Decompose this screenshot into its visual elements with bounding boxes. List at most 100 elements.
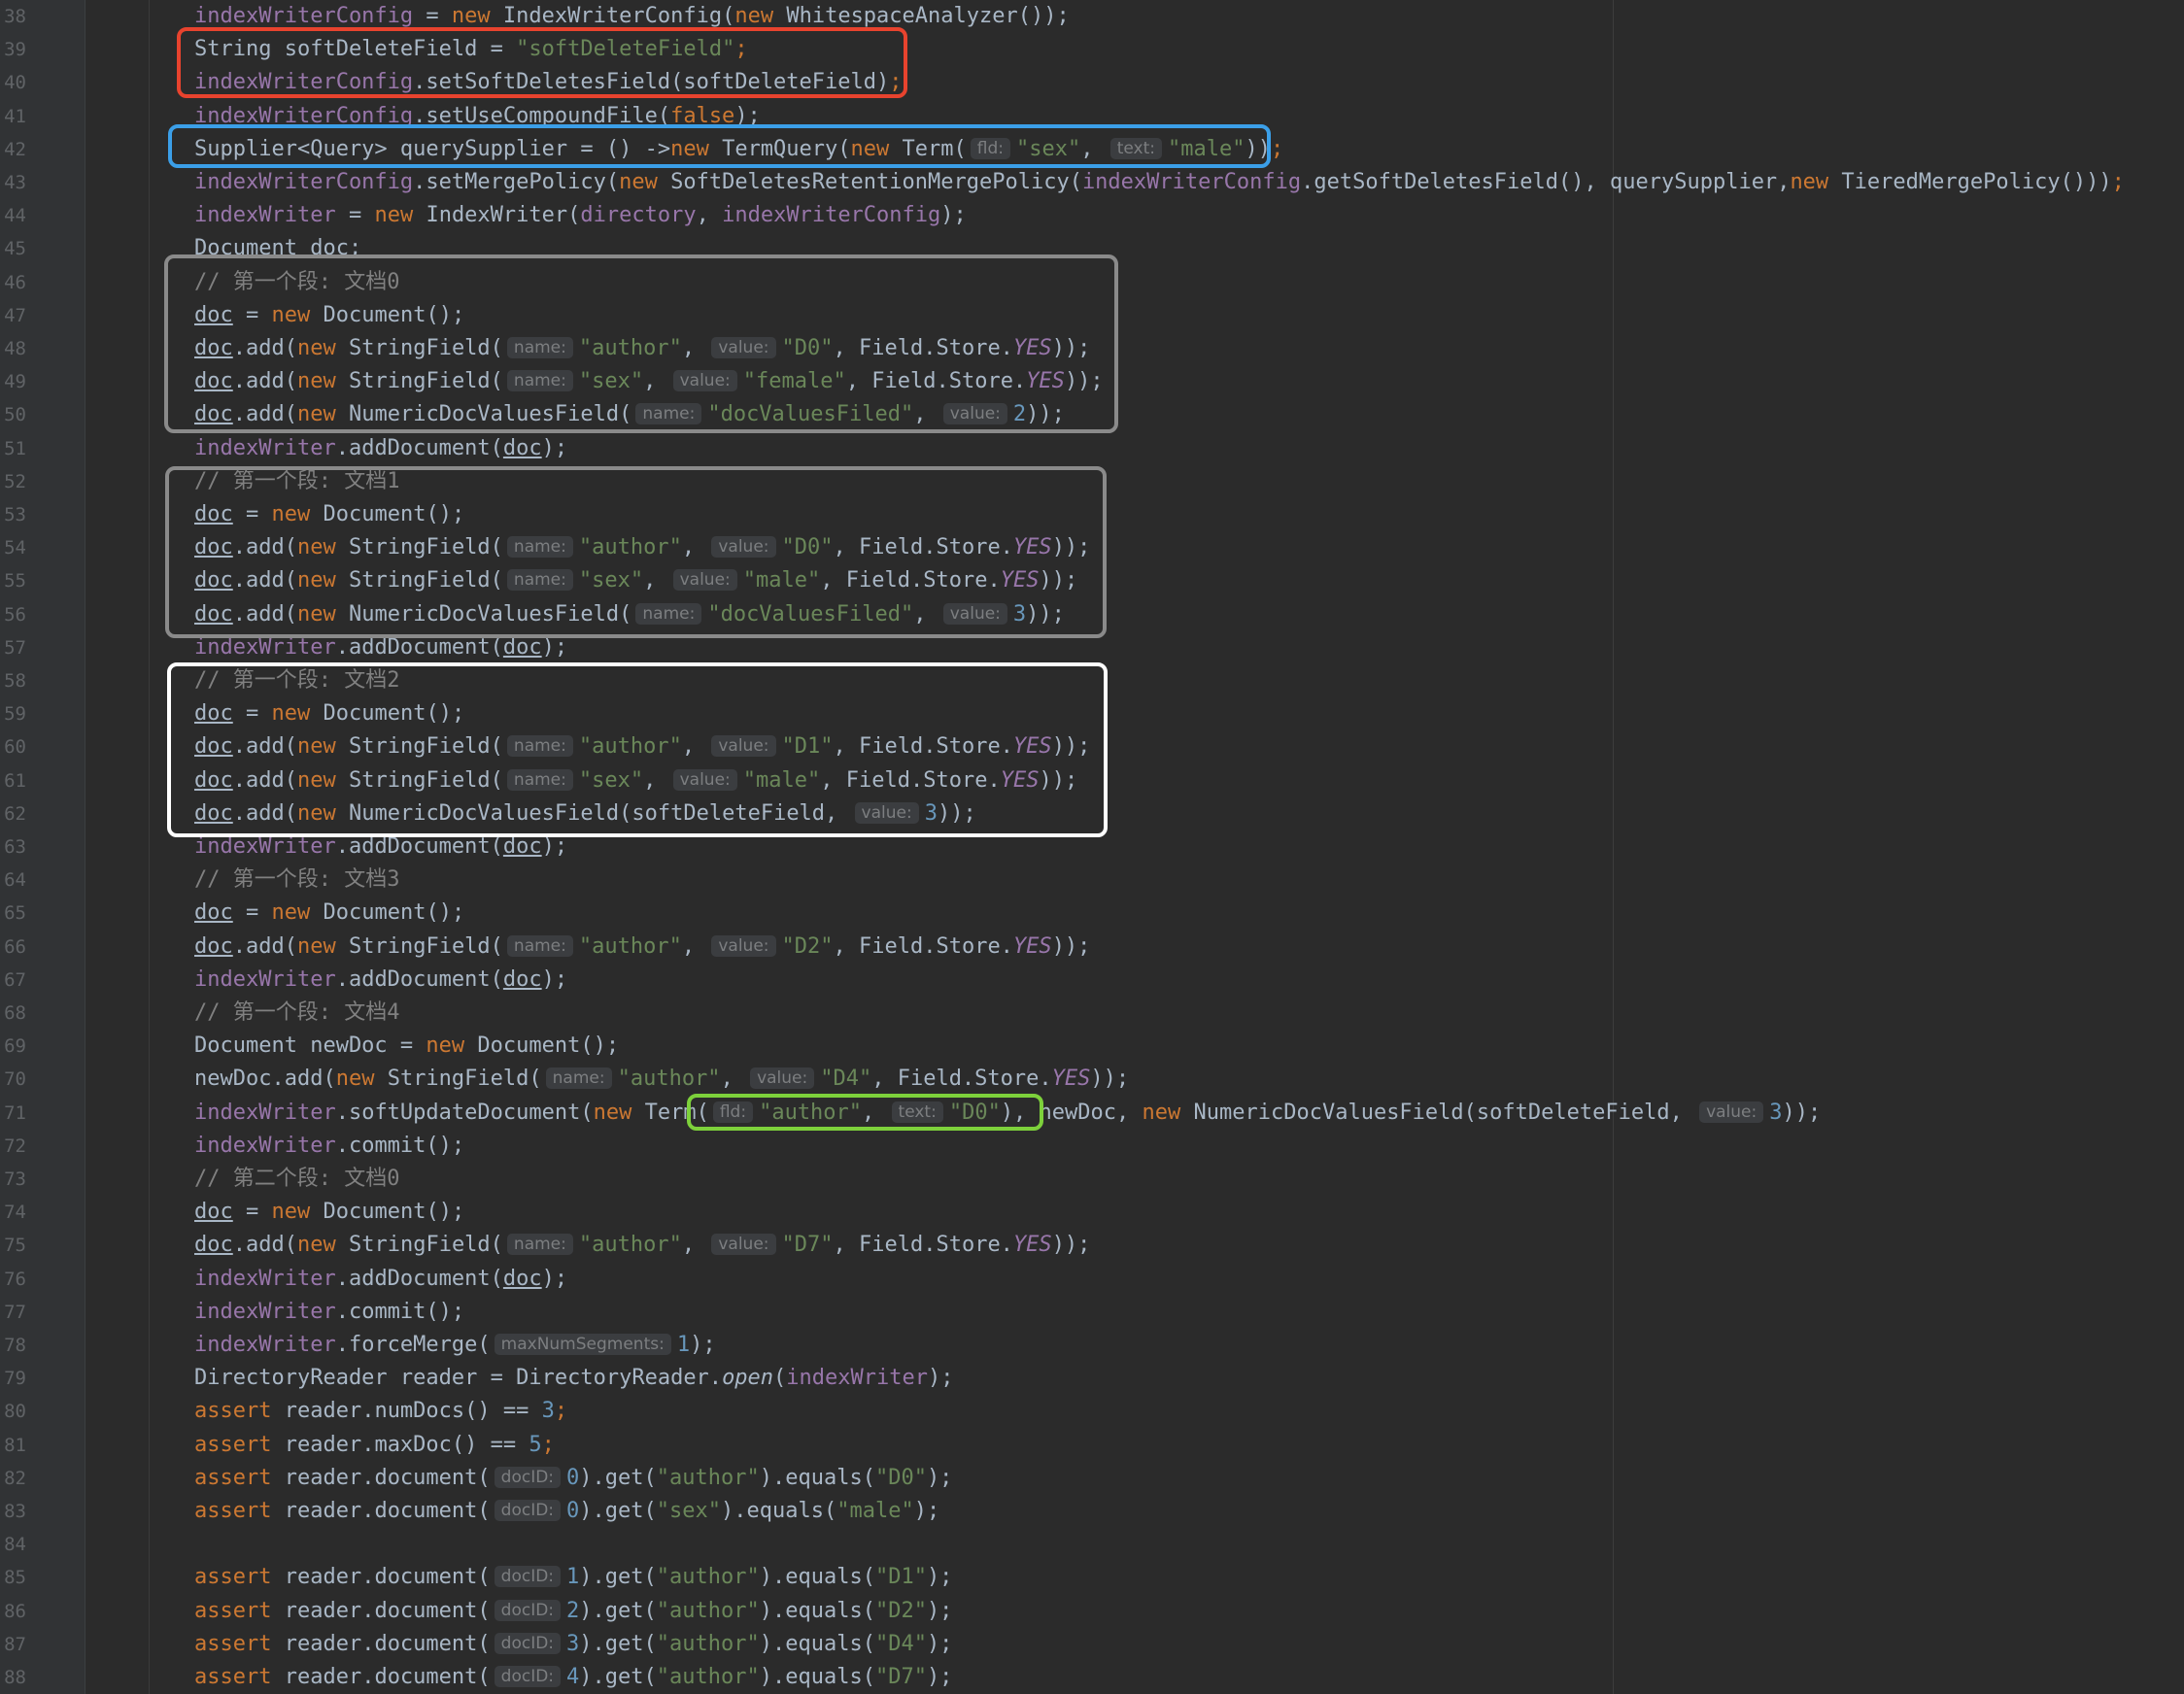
code-line[interactable]: 78 indexWriter.forceMerge(maxNumSegments:… [0, 1329, 2184, 1362]
code-token: ; [541, 1432, 555, 1457]
code-token: YES [1012, 1233, 1052, 1258]
code-token: "D4" [820, 1067, 872, 1092]
code-token: 3 [541, 1399, 555, 1424]
code-token: ); [690, 1333, 716, 1357]
line-number: 64 [4, 869, 26, 892]
code-token: new [451, 4, 491, 28]
code-token: // 第二个段: 文档0 [194, 1167, 400, 1191]
code-line[interactable]: 77 indexWriter.commit(); [0, 1296, 2184, 1329]
code-line[interactable]: 81 assert reader.maxDoc() == 5; [0, 1429, 2184, 1462]
line-number: 78 [4, 1335, 26, 1356]
code-token: .addDocument( [335, 634, 503, 660]
code-token: doc [502, 966, 542, 992]
code-token: "D2" [781, 933, 834, 959]
parameter-hint: docID: [494, 1632, 562, 1654]
parameter-hint: docID: [494, 1566, 562, 1588]
code-line[interactable]: 69 Document newDoc = new Document(); [0, 1030, 2184, 1063]
line-number: 86 [4, 1600, 26, 1622]
line-number: 67 [4, 968, 26, 991]
code-token: new [374, 203, 414, 228]
line-number: 66 [4, 935, 26, 958]
parameter-hint: docID: [494, 1466, 562, 1488]
line-number: 74 [4, 1202, 26, 1224]
code-line[interactable]: 68 // 第一个段: 文档4 [0, 997, 2184, 1030]
code-token: = [232, 900, 272, 926]
code-line[interactable]: 51 indexWriter.addDocument(doc); [0, 432, 2184, 465]
code-token: 3 [1769, 1100, 1783, 1125]
code-line[interactable]: 88 assert reader.document(docID: 4).get("a… [0, 1661, 2184, 1694]
code-text: indexWriter.addDocument(doc); [194, 432, 567, 465]
code-line[interactable]: 85 assert reader.document(docID: 1).get("a… [0, 1561, 2184, 1594]
code-text: indexWriter.commit(); [194, 1296, 464, 1329]
code-line[interactable]: 73 // 第二个段: 文档0 [0, 1163, 2184, 1196]
line-number: 60 [4, 736, 26, 759]
code-token: // 第一个段: 文档3 [194, 867, 400, 893]
code-token: indexWriterConfig [194, 4, 414, 28]
line-number: 62 [4, 802, 26, 825]
code-line[interactable]: 71 indexWriter.softUpdateDocument(new Ter… [0, 1097, 2184, 1130]
code-line[interactable]: 79 DirectoryReader reader = DirectoryRead… [0, 1362, 2184, 1395]
code-token: ); [541, 966, 568, 992]
line-number: 88 [4, 1667, 26, 1688]
code-token: ); [926, 1598, 953, 1623]
code-line[interactable]: 86 assert reader.document(docID: 2).get("a… [0, 1595, 2184, 1628]
code-token: .getSoftDeletesField(), querySupplier, [1301, 170, 1791, 194]
code-line[interactable]: 87 assert reader.document(docID: 3).get("a… [0, 1628, 2184, 1661]
code-line[interactable]: 80 assert reader.numDocs() == 3; [0, 1395, 2184, 1428]
code-token: .softUpdateDocument( [335, 1100, 594, 1125]
code-line[interactable]: 64 // 第一个段: 文档3 [0, 864, 2184, 897]
code-token: new [296, 1233, 336, 1258]
code-line[interactable]: 43 indexWriterConfig.setMergePolicy(new S… [0, 166, 2184, 199]
code-token: ); [926, 1465, 953, 1490]
code-line[interactable]: 74 doc = new Document(); [0, 1196, 2184, 1229]
code-line[interactable]: 76 indexWriter.addDocument(doc); [0, 1263, 2184, 1296]
code-token: ).equals( [759, 1598, 875, 1623]
code-token: indexWriterConfig [722, 203, 941, 228]
code-token: StringField( [374, 1067, 542, 1092]
code-line[interactable]: 67 indexWriter.addDocument(doc); [0, 964, 2184, 997]
code-token: Document(); [310, 900, 465, 926]
code-token: ).equals( [759, 1465, 875, 1490]
code-line[interactable]: 65 doc = new Document(); [0, 897, 2184, 930]
code-text: assert reader.document(docID: 0).get("aut… [194, 1462, 952, 1495]
code-line[interactable]: 83 assert reader.document(docID: 0).get("s… [0, 1495, 2184, 1528]
code-token: new [426, 1033, 465, 1059]
code-token: ).equals( [759, 1565, 875, 1590]
code-token: indexWriter [194, 1133, 336, 1158]
line-number: 87 [4, 1633, 26, 1655]
code-token: .add( [232, 933, 297, 959]
code-line[interactable]: 75 doc.add(new StringField(name: "author",… [0, 1229, 2184, 1262]
code-token: "D1" [874, 1565, 927, 1590]
code-token: assert [194, 1598, 272, 1623]
code-token: reader.document( [271, 1631, 491, 1656]
line-number: 65 [4, 902, 26, 925]
code-line[interactable]: 72 indexWriter.commit(); [0, 1130, 2184, 1163]
code-token: "author" [656, 1631, 760, 1656]
code-token: NumericDocValuesField(softDeleteField, [1180, 1100, 1696, 1125]
gray-highlight-box-doc1 [165, 466, 1107, 638]
code-token: newDoc.add( [194, 1067, 336, 1092]
code-token: reader.document( [271, 1598, 491, 1623]
code-token: , Field.Store. [833, 1233, 1013, 1258]
code-token: "author" [578, 933, 682, 959]
code-token: ); [926, 1631, 953, 1656]
code-text: newDoc.add(new StringField(name: "author"… [194, 1063, 1129, 1096]
code-token: ).get( [579, 1499, 657, 1523]
code-token: new [593, 1100, 632, 1125]
code-token: ; [2111, 170, 2125, 194]
code-line[interactable]: 82 assert reader.document(docID: 0).get("a… [0, 1462, 2184, 1495]
code-line[interactable]: 70 newDoc.add(new StringField(name: "autho… [0, 1063, 2184, 1096]
code-line[interactable]: 44 indexWriter = new IndexWriter(director… [0, 199, 2184, 232]
code-line[interactable]: 66 doc.add(new StringField(name: "author",… [0, 931, 2184, 964]
code-token: .addDocument( [335, 1266, 503, 1291]
line-number: 39 [4, 39, 26, 61]
line-number: 46 [4, 271, 26, 293]
line-number: 82 [4, 1467, 26, 1489]
code-text: // 第一个段: 文档3 [194, 864, 399, 897]
code-token: TieredMergePolicy())) [1828, 170, 2112, 194]
line-number: 73 [4, 1169, 26, 1190]
code-token: assert [194, 1499, 272, 1523]
code-token: 2 [566, 1598, 580, 1623]
code-line[interactable]: 84 [0, 1528, 2184, 1561]
line-number: 44 [4, 205, 26, 227]
